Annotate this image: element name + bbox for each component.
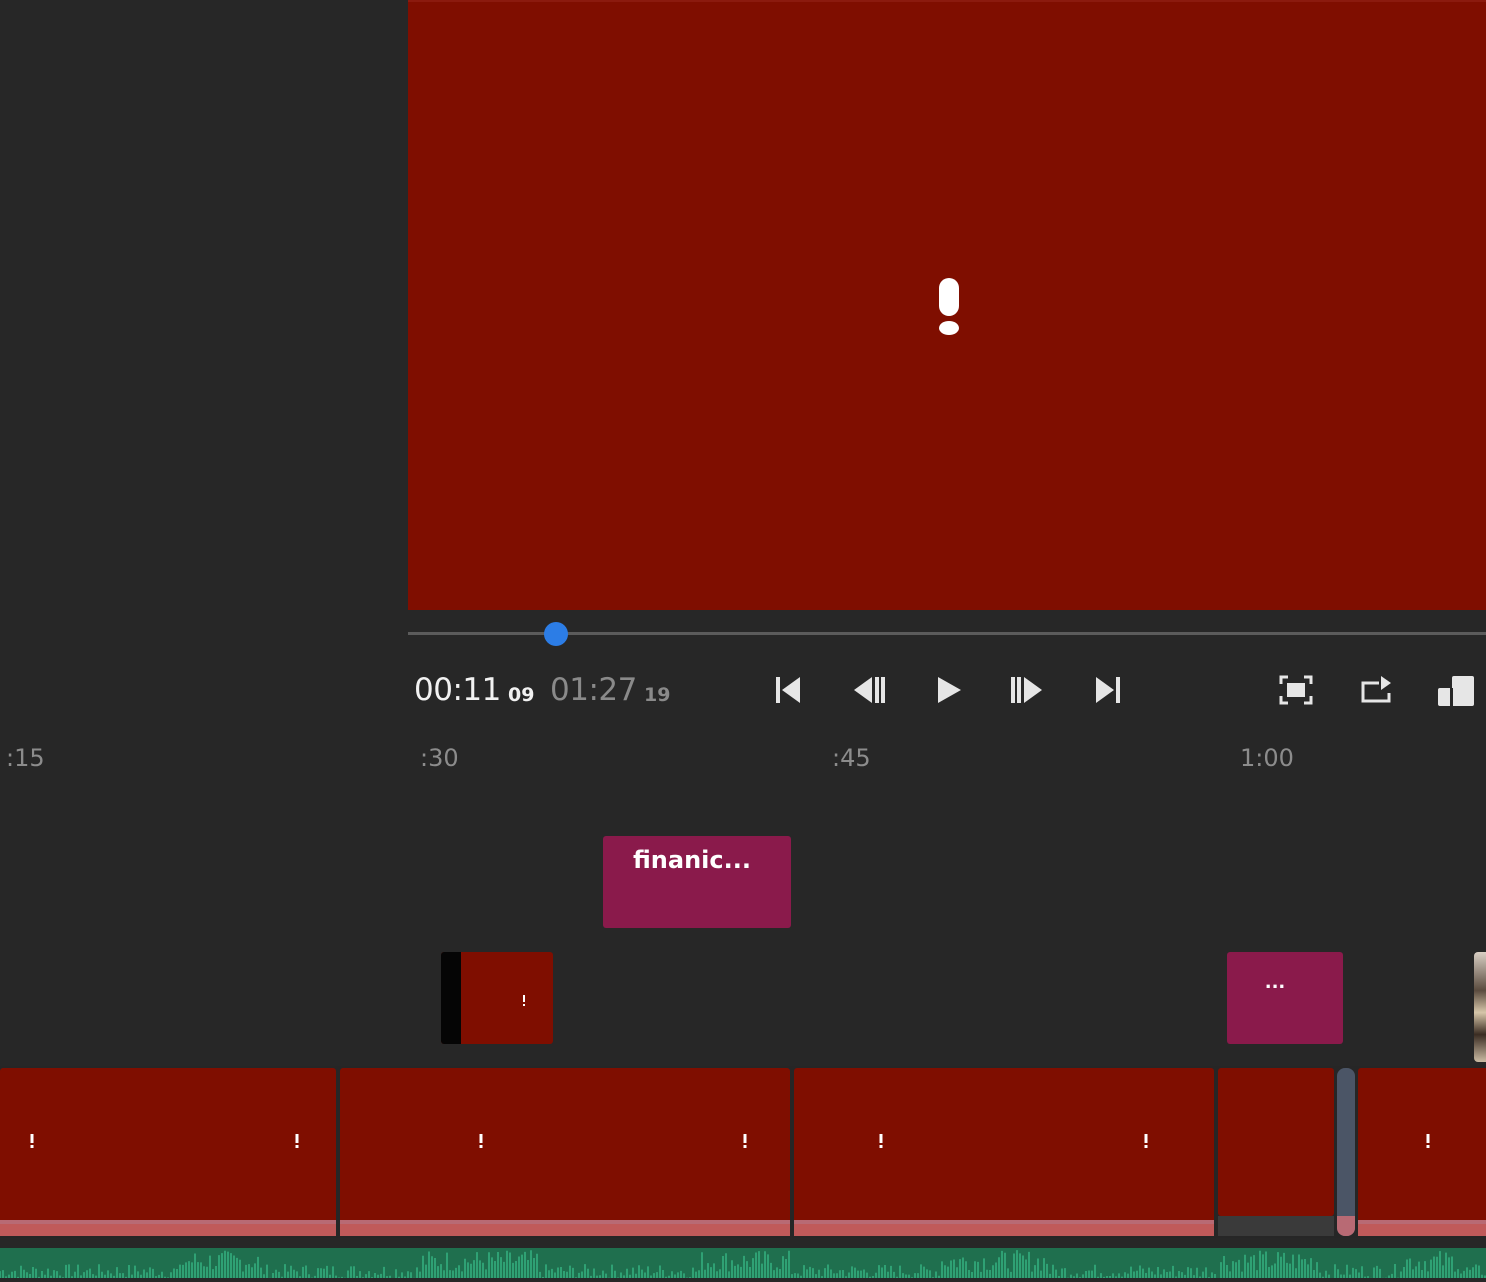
picture-in-picture-icon xyxy=(1438,676,1474,706)
current-frames: 09 xyxy=(508,684,535,706)
scrubber-track[interactable] xyxy=(408,632,1486,635)
play-button[interactable] xyxy=(928,670,968,710)
audio-waveform xyxy=(0,1250,1486,1278)
loop-button[interactable] xyxy=(1356,670,1396,710)
warning-icon xyxy=(294,1134,300,1150)
gap-clip[interactable] xyxy=(1337,1068,1355,1236)
ruler-label: :45 xyxy=(832,744,871,772)
clip-gap-filler xyxy=(1218,1216,1334,1236)
main-video-clip[interactable] xyxy=(1358,1068,1486,1236)
skip-to-end-button[interactable] xyxy=(1088,670,1128,710)
video-clip-thumbnail xyxy=(441,952,461,1044)
title-clip[interactable] xyxy=(1227,952,1343,1044)
warning-icon xyxy=(478,1134,484,1150)
warning-icon xyxy=(742,1134,748,1150)
main-video-clip[interactable] xyxy=(1218,1068,1334,1216)
picture-in-picture-button[interactable] xyxy=(1436,670,1476,710)
title-clip-label: finanic... xyxy=(633,846,751,874)
ruler-label: 1:00 xyxy=(1240,744,1294,772)
warning-icon xyxy=(878,1134,884,1150)
current-timecode: 00:11 xyxy=(414,672,501,708)
fit-to-screen-icon xyxy=(1279,675,1313,705)
main-video-clip[interactable] xyxy=(794,1068,1214,1236)
warning-icon xyxy=(521,992,527,1006)
ruler-label: :30 xyxy=(420,744,459,772)
main-video-clip[interactable] xyxy=(0,1068,336,1236)
gap-clip-footer xyxy=(1337,1216,1355,1236)
fit-to-screen-button[interactable] xyxy=(1276,670,1316,710)
step-back-button[interactable] xyxy=(848,670,888,710)
step-forward-button[interactable] xyxy=(1008,670,1048,710)
skip-to-end-icon xyxy=(1096,677,1120,703)
title-clip-label: ... xyxy=(1264,972,1286,993)
main-video-clip[interactable] xyxy=(340,1068,790,1236)
step-forward-icon xyxy=(1011,677,1042,703)
total-frames: 19 xyxy=(644,684,671,706)
warning-icon xyxy=(29,1134,35,1150)
play-icon xyxy=(938,677,961,703)
warning-icon xyxy=(1143,1134,1149,1150)
total-timecode: 01:27 xyxy=(550,672,637,708)
skip-to-start-button[interactable] xyxy=(768,670,808,710)
warning-icon xyxy=(936,276,962,340)
loop-icon xyxy=(1361,676,1391,703)
video-clip-thumbnail[interactable] xyxy=(1474,952,1486,1062)
playhead-knob[interactable] xyxy=(543,622,568,646)
audio-track[interactable] xyxy=(0,1248,1486,1278)
ruler-label: :15 xyxy=(6,744,45,772)
skip-to-start-icon xyxy=(776,677,800,703)
warning-icon xyxy=(1425,1134,1431,1150)
step-back-icon xyxy=(854,677,885,703)
